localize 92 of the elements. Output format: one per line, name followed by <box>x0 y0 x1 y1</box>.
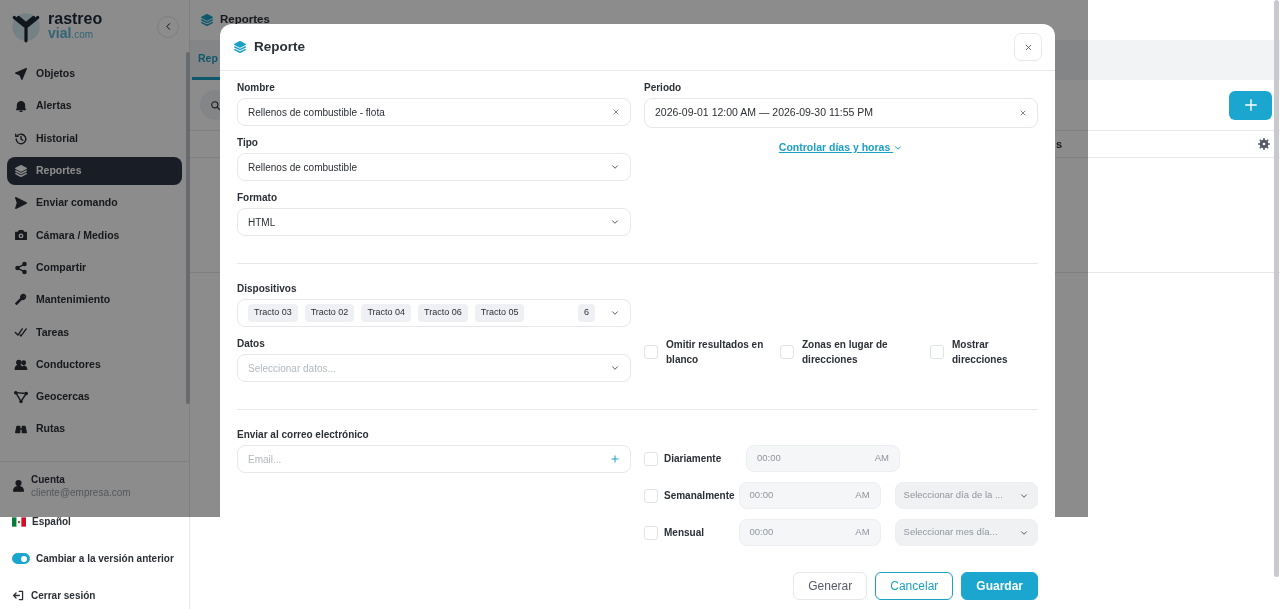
layers-icon <box>233 40 247 54</box>
checkbox[interactable] <box>930 345 944 359</box>
device-tag: Tracto 05 <box>474 304 525 322</box>
time-field[interactable]: 00:00 AM <box>738 519 881 546</box>
checkbox[interactable] <box>644 488 658 503</box>
send-icon <box>14 196 28 211</box>
bell-icon <box>14 99 28 114</box>
field-label: Nombre <box>237 81 276 94</box>
field-label: Tipo <box>237 136 259 149</box>
field-label: Formato <box>237 191 278 204</box>
day-select[interactable]: Seleccionar día de la ... <box>894 482 1038 509</box>
language-item[interactable]: Español <box>0 514 189 529</box>
sidebar-item[interactable]: Reportes <box>7 156 182 185</box>
schedule-label: Diariamente <box>664 452 723 466</box>
device-tag: Tracto 02 <box>304 304 355 322</box>
toggle-switch[interactable] <box>12 553 30 564</box>
plus-icon <box>610 454 620 464</box>
sidebar-item[interactable]: Cámara / Medios <box>7 221 182 250</box>
field-label: Datos <box>237 337 266 350</box>
layers-icon <box>14 163 28 178</box>
days-hours-link[interactable]: Controlar días y horas <box>644 140 1038 156</box>
wrench-icon <box>14 293 28 308</box>
logo-icon <box>10 10 42 43</box>
option-label: Mostrar direcciones <box>952 338 1009 367</box>
navigation-icon <box>14 67 28 81</box>
dialog-button[interactable]: Generar <box>793 572 868 600</box>
user-icon <box>12 478 25 492</box>
option-label: Zonas en lugar de direcciones <box>802 338 889 367</box>
devices-select[interactable]: Tracto 03 Tracto 02 Tracto 04 Tracto 06 Tracto 05 6 <box>237 299 631 327</box>
logout-item[interactable]: Cerrar sesión <box>0 588 189 603</box>
sidebar-item[interactable]: Conductores <box>7 350 182 379</box>
device-tag: Tracto 04 <box>361 304 412 322</box>
logo-text: rastreo <box>48 11 103 26</box>
toggle-label: Cambiar a la versión anterior <box>36 552 174 566</box>
checkbox[interactable] <box>644 451 658 466</box>
sidebar-item[interactable]: Tareas <box>7 318 182 347</box>
date-range-field[interactable]: 2026-09-01 12:00 AM — 2026-09-30 11:55 PM <box>644 98 1038 128</box>
sidebar-item[interactable]: Mantenimiento <box>7 286 182 315</box>
account-label: Cuenta <box>31 473 66 487</box>
camera-icon <box>14 228 28 243</box>
sidebar-item[interactable]: Historial <box>7 124 182 153</box>
sidebar-item[interactable]: Rutas <box>7 415 182 444</box>
chevron-down-icon <box>610 363 620 373</box>
sidebar-item[interactable]: Objetos <box>7 60 182 88</box>
clear-icon <box>612 108 620 116</box>
settings-icon[interactable] <box>1258 138 1270 150</box>
chevron-down-icon <box>610 217 620 227</box>
dialog-button[interactable]: Cancelar <box>875 572 954 600</box>
field-label: Dispositivos <box>237 282 298 295</box>
close-icon <box>1023 42 1033 52</box>
users-icon <box>14 357 28 372</box>
page-title: Reportes <box>220 12 270 28</box>
search-icon <box>209 99 221 111</box>
plus-icon <box>1243 98 1258 112</box>
sidebar-item[interactable]: Enviar comando <box>7 189 182 218</box>
column-header: s <box>1056 136 1063 152</box>
count-badge: 6 <box>578 304 595 322</box>
clear-icon <box>1019 109 1027 117</box>
polygon-icon <box>14 389 28 404</box>
flag-icon <box>12 516 26 527</box>
time-field[interactable]: 00:00 AM <box>738 482 881 509</box>
chevron-down-icon <box>610 308 620 318</box>
schedule-label: Semanalmente <box>664 489 736 503</box>
history-icon <box>14 131 28 146</box>
sidebar-item[interactable]: Alertas <box>7 92 182 121</box>
field-label: Enviar al correo electrónico <box>237 428 370 441</box>
schedule-label: Mensual <box>664 526 705 540</box>
logout-icon <box>12 589 25 602</box>
name-field[interactable]: Rellenos de combustible - flota <box>237 98 631 126</box>
checkbox[interactable] <box>644 345 658 359</box>
device-tag: Tracto 03 <box>248 304 298 322</box>
type-select[interactable]: Rellenos de combustible <box>237 153 631 181</box>
add-button[interactable] <box>1229 90 1272 120</box>
chevron-down-icon <box>610 162 620 172</box>
checkbox[interactable] <box>780 345 794 359</box>
sidebar-item[interactable]: Geocercas <box>7 382 182 411</box>
layers-icon <box>200 13 214 27</box>
field-label: Periodo <box>644 81 683 94</box>
share-icon <box>14 260 28 275</box>
device-tag: Tracto 06 <box>418 304 468 322</box>
time-field[interactable]: 00:00 AM <box>746 445 900 472</box>
close-button[interactable] <box>1014 33 1042 61</box>
chevron-left-icon <box>163 22 173 31</box>
dialog-title: Reporte <box>254 37 305 56</box>
option-label: Omitir resultados en blanco <box>666 338 765 367</box>
logo-text: vial.com <box>48 25 95 42</box>
sidebar-item[interactable]: Compartir <box>7 253 182 282</box>
dialog-button[interactable]: Guardar <box>961 572 1038 600</box>
day-select[interactable]: Seleccionar mes día... <box>894 519 1038 546</box>
checkbox[interactable] <box>644 525 658 540</box>
collapse-button[interactable] <box>157 15 179 38</box>
format-select[interactable]: HTML <box>237 208 631 236</box>
